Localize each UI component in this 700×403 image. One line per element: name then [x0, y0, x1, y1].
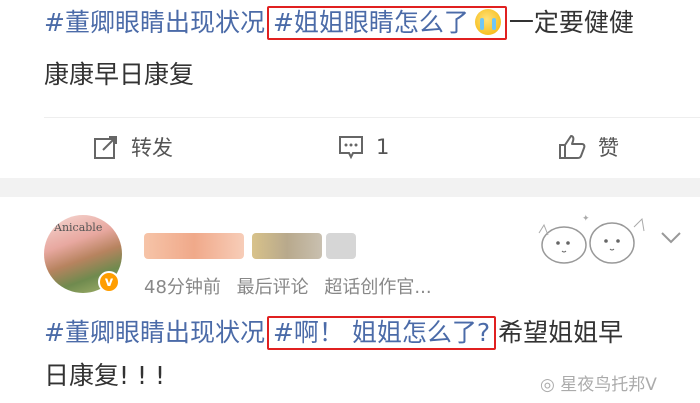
- crying-face-icon: [474, 9, 501, 35]
- post-2-text-line-2: 日康复! ! !: [44, 361, 165, 390]
- latest-comment-label: 最后评论: [236, 277, 309, 298]
- weibo-logo-icon: ◎: [540, 375, 555, 395]
- divider: [44, 117, 700, 118]
- highlighted-topic: #姐姐眼睛怎么了: [266, 6, 507, 40]
- watermark-text: 星夜鸟托邦V: [560, 375, 657, 395]
- watermark: ◎ 星夜鸟托邦V: [540, 370, 657, 395]
- repost-button[interactable]: 转发: [93, 125, 173, 169]
- repost-icon: [94, 136, 117, 159]
- post-meta: 48分钟前 最后评论 超话创作官...: [144, 273, 442, 299]
- svg-text:✦: ✦: [582, 214, 590, 224]
- comment-icon: [339, 136, 363, 160]
- verified-badge-icon: v: [98, 271, 120, 293]
- weibo-post-1: #董卿眼睛出现状况 #姐姐眼睛怎么了 一定要健健 康康早日康复 转发 1 赞: [0, 0, 700, 178]
- topic-tag[interactable]: #董卿眼睛出现状况: [44, 318, 265, 347]
- post-2-text: 希望姐姐早: [498, 318, 624, 347]
- topic-tag-highlighted[interactable]: #姐姐眼睛怎么了: [273, 8, 469, 37]
- user-level-blurred: [326, 233, 356, 259]
- like-button[interactable]: 赞: [558, 125, 619, 169]
- topic-tag-highlighted[interactable]: #啊！ 姐姐怎么了?: [273, 318, 490, 347]
- feed-separator: [0, 178, 700, 197]
- post-1-text: 一定要健健: [508, 8, 634, 37]
- thumbs-up-icon: [559, 135, 586, 159]
- post-1-text-line-1: #董卿眼睛出现状况 #姐姐眼睛怎么了 一定要健健: [44, 6, 634, 40]
- post-source[interactable]: 超话创作官...: [324, 277, 431, 298]
- highlighted-topic: #啊！ 姐姐怎么了?: [266, 316, 497, 350]
- post-time: 48分钟前: [144, 277, 221, 298]
- post-1-action-bar: 转发 1 赞: [0, 125, 700, 169]
- comment-count: 1: [376, 135, 390, 159]
- username-blurred[interactable]: [144, 233, 244, 259]
- user-badge-blurred: [252, 233, 322, 259]
- like-label: 赞: [598, 136, 619, 160]
- post-1-text-line-2: 康康早日康复: [44, 60, 195, 89]
- repost-label: 转发: [131, 136, 173, 160]
- comment-button[interactable]: 1: [338, 125, 389, 169]
- avatar-text: Anicable: [54, 221, 103, 234]
- post-2-text-line-1: #董卿眼睛出现状况 #啊！ 姐姐怎么了? 希望姐姐早: [44, 316, 623, 350]
- cloud-cats-sticker-icon: ✦: [538, 214, 645, 264]
- topic-tag[interactable]: #董卿眼睛出现状况: [44, 8, 265, 37]
- chevron-down-icon[interactable]: [660, 231, 682, 245]
